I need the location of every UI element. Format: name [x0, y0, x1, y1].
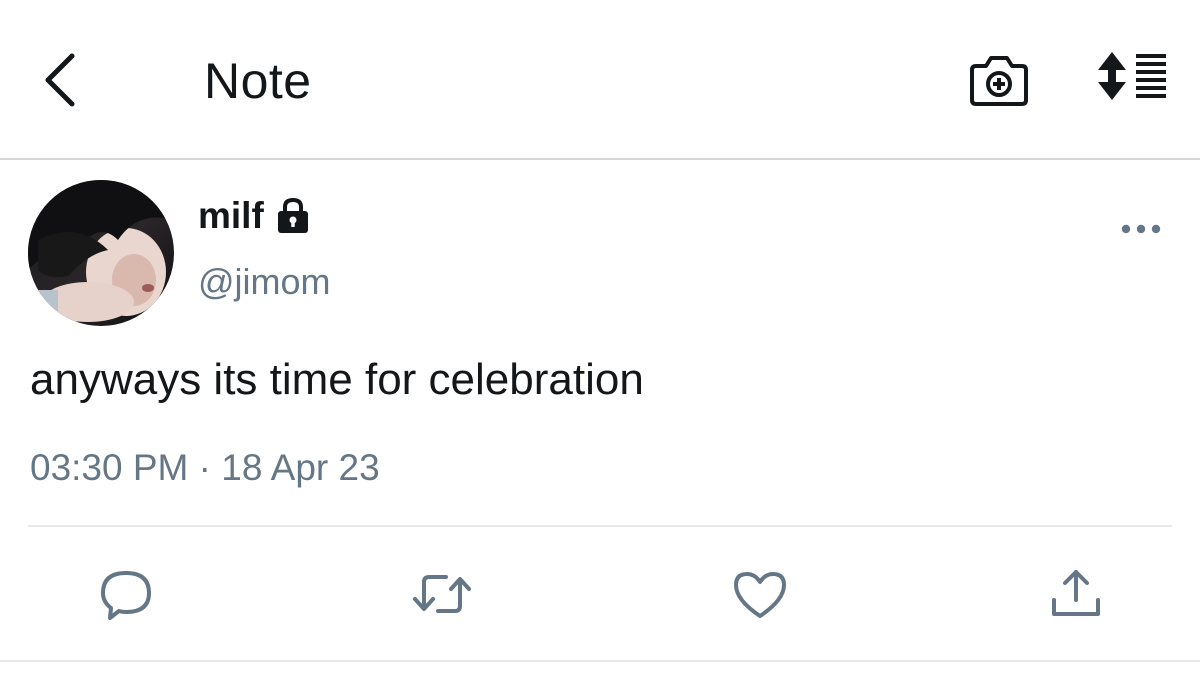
tweet-timestamp: 03:30 PM · 18 Apr 23 [30, 444, 380, 492]
page-title: Note [204, 53, 312, 109]
heart-icon [734, 572, 786, 618]
back-button[interactable] [36, 48, 88, 112]
reply-button[interactable] [98, 566, 154, 622]
more-options-button[interactable] [1118, 214, 1164, 244]
tweet-date: 18 Apr 23 [221, 447, 380, 488]
tweet-time: 03:30 PM [30, 447, 189, 488]
top-bar: Note [0, 0, 1200, 160]
share-icon [1052, 570, 1100, 616]
camera-add-icon [970, 56, 1028, 106]
chevron-left-icon [45, 53, 75, 107]
sort-button[interactable] [1092, 48, 1174, 108]
meta-separator: · [198, 447, 211, 488]
display-name[interactable]: milf [198, 194, 264, 238]
avatar-image [28, 180, 174, 326]
ellipsis-icon [1121, 224, 1161, 234]
like-button[interactable] [732, 566, 788, 622]
user-handle[interactable]: @jimom [198, 260, 331, 304]
author-name-row: milf [198, 194, 312, 238]
share-button[interactable] [1048, 566, 1104, 622]
reply-icon [101, 571, 151, 620]
retweet-icon [413, 575, 471, 613]
camera-button[interactable] [966, 50, 1032, 110]
tweet-text: anyways its time for celebration [30, 355, 644, 404]
lock-icon [274, 196, 312, 236]
sort-list-icon [1098, 52, 1166, 100]
bottom-divider [0, 660, 1200, 662]
divider [28, 525, 1172, 527]
retweet-button[interactable] [412, 566, 471, 622]
avatar[interactable] [28, 180, 174, 326]
